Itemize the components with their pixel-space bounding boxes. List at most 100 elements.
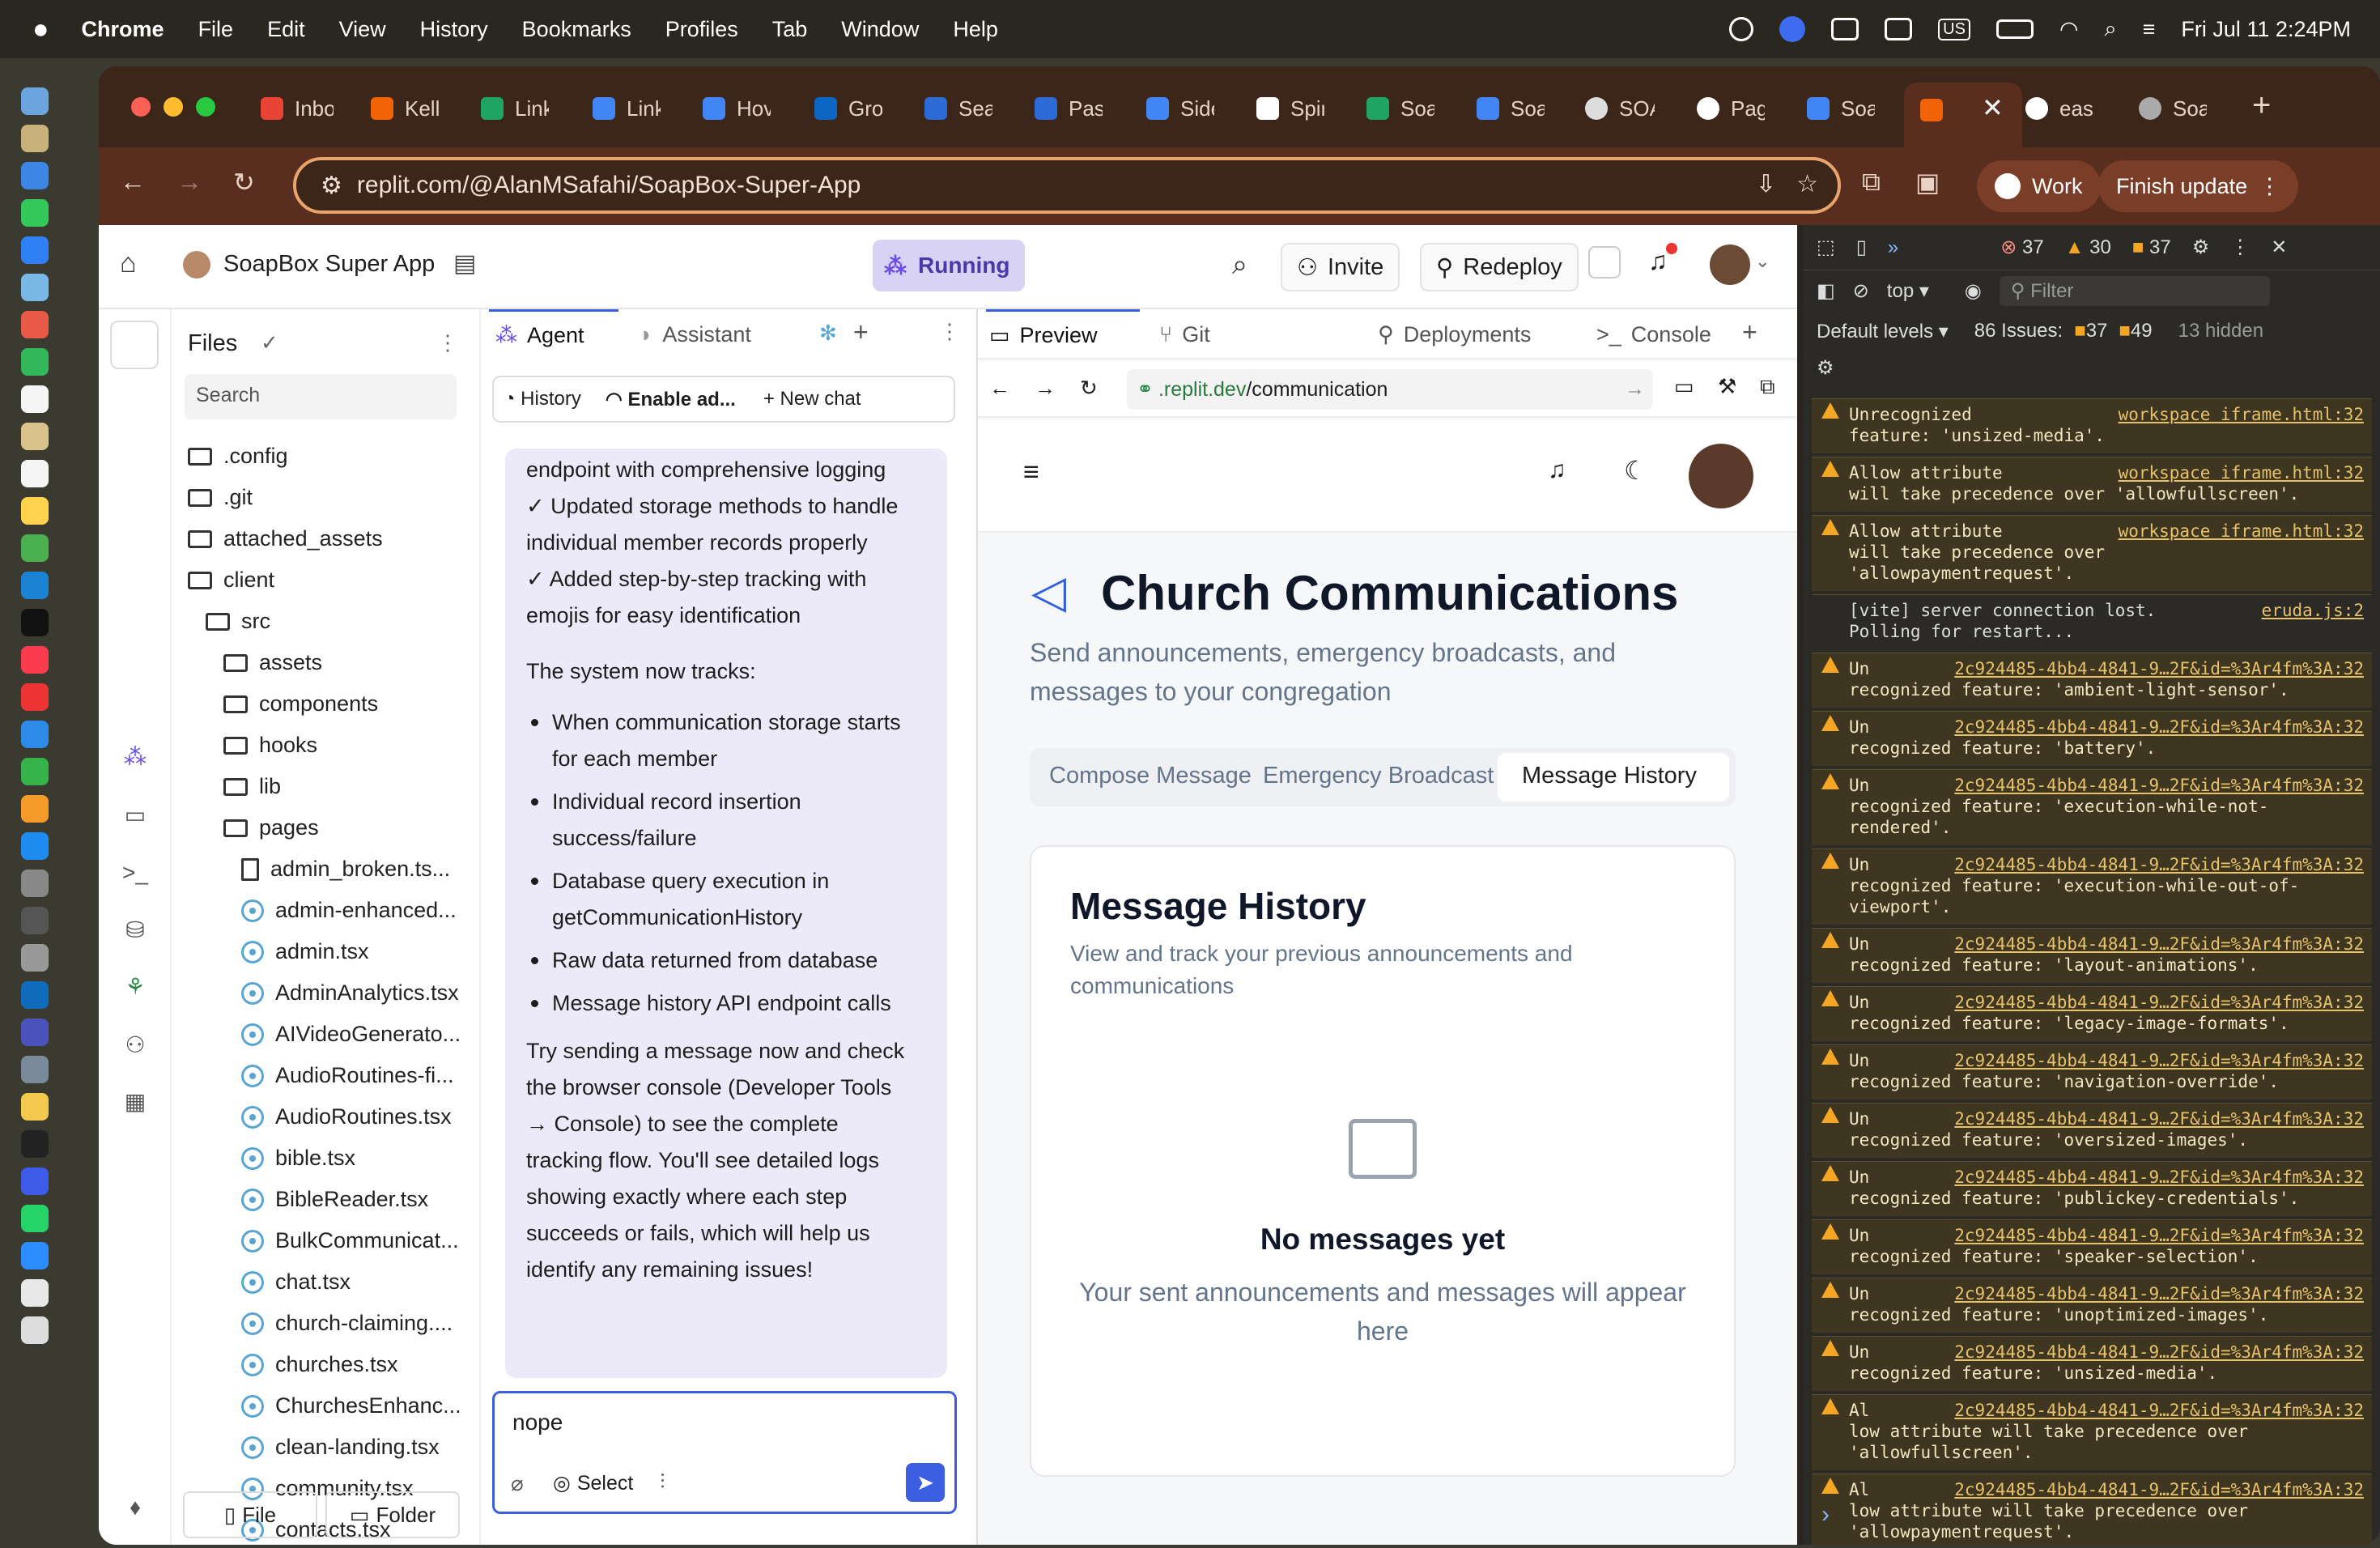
dock-app-icon[interactable] (21, 497, 49, 525)
console-settings-icon[interactable]: ⚙ (1817, 356, 1834, 380)
log-source-link[interactable]: workspace iframe.html:32 (2119, 521, 2364, 542)
log-source-link[interactable]: 2c924485-4bb4-4841-9…2F&id=%3Ar4fm%3A:32 (1954, 1283, 2364, 1304)
dock-app-icon[interactable] (21, 1279, 49, 1307)
tab[interactable]: Pas (1035, 86, 1103, 131)
file-item[interactable]: AudioRoutines-fi... (241, 1063, 463, 1088)
folder-item[interactable]: client (188, 568, 463, 593)
run-status-button[interactable]: ⁂ Running (873, 240, 1025, 291)
dock-app-icon[interactable] (21, 311, 49, 338)
tab[interactable]: Spir (1256, 86, 1324, 131)
tab[interactable]: Soa (1477, 86, 1545, 131)
console-log-entry[interactable]: Un recognized feature: 'unsized-media'. 2… (1812, 1336, 2372, 1391)
console-prompt[interactable]: › (1821, 1501, 1830, 1529)
dock-app-icon[interactable] (21, 832, 49, 860)
notifications-icon[interactable]: ♫ (1648, 246, 1668, 276)
menu-history[interactable]: History (420, 17, 488, 42)
console-log-entry[interactable]: Un recognized feature: 'execution-while-… (1812, 848, 2372, 925)
menu-window[interactable]: Window (841, 17, 919, 42)
dock-app-icon[interactable] (21, 199, 49, 227)
battery-icon[interactable] (1995, 19, 2034, 39)
dock-app-icon[interactable] (21, 125, 49, 152)
dock-app-icon[interactable] (21, 1056, 49, 1083)
tab-preview[interactable]: ▭ Preview (986, 309, 1140, 359)
spotlight-icon[interactable]: ⌕ (2105, 16, 2117, 42)
log-source-link[interactable]: 2c924485-4bb4-4841-9…2F&id=%3Ar4fm%3A:32 (1954, 1167, 2364, 1188)
device-toggle-icon[interactable]: ▯ (1856, 236, 1867, 259)
new-tab-button[interactable]: + (2252, 87, 2271, 124)
input-source-icon[interactable]: US (1938, 18, 1970, 40)
folder-item[interactable]: lib (223, 774, 463, 799)
console-tool-icon[interactable]: >_ (121, 860, 149, 887)
log-source-link[interactable]: 2c924485-4bb4-4841-9…2F&id=%3Ar4fm%3A:32 (1954, 775, 2364, 796)
bell-icon[interactable]: ♫ (1548, 457, 1566, 484)
new-file-button[interactable]: ▯ File (183, 1491, 317, 1538)
project-name[interactable]: SoapBox Super App (223, 251, 435, 278)
file-item[interactable]: admin_broken.ts... (241, 857, 463, 882)
control-center-icon[interactable]: ≡ (2143, 17, 2156, 42)
install-icon[interactable]: ⇩ (1756, 170, 1776, 198)
attach-icon[interactable]: ⌀ (511, 1471, 524, 1496)
console-log-entry[interactable]: Un recognized feature: 'speaker-selectio… (1812, 1219, 2372, 1274)
close-window-button[interactable] (131, 97, 151, 117)
git-tool-icon[interactable]: ⚘ (121, 973, 149, 1001)
console-log-entry[interactable]: Allow attribute will take precedence ove… (1812, 515, 2372, 591)
folder-item[interactable]: hooks (223, 733, 463, 758)
tab[interactable]: Pag (1697, 86, 1765, 131)
dock-app-icon[interactable] (21, 87, 49, 115)
levels-select[interactable]: Default levels ▾ (1817, 320, 1949, 343)
menu-edit[interactable]: Edit (267, 17, 305, 42)
apps-grid-icon[interactable]: ▦ (121, 1088, 149, 1116)
console-log-entry[interactable]: Un recognized feature: 'publickey-creden… (1812, 1161, 2372, 1216)
go-icon[interactable]: → (1625, 377, 1645, 401)
console-log-entry[interactable]: Un recognized feature: 'execution-while-… (1812, 769, 2372, 845)
minimize-window-button[interactable] (164, 97, 183, 117)
dock-app-icon[interactable] (21, 609, 49, 636)
error-count[interactable]: ⊗ 37 (2000, 236, 2043, 259)
file-item[interactable]: AIVideoGenerato... (241, 1022, 463, 1047)
profile-avatar[interactable] (1689, 444, 1753, 508)
extensions-icon[interactable]: ⧉ (1862, 167, 1881, 198)
log-source-link[interactable]: 2c924485-4bb4-4841-9…2F&id=%3Ar4fm%3A:32 (1954, 658, 2364, 679)
tab[interactable]: Gro (814, 86, 882, 131)
chat-input[interactable]: nope ⌀ ◎ Select ⫶ ➤ (492, 1391, 957, 1514)
redeploy-button[interactable]: ⚲ Redeploy (1420, 243, 1579, 291)
folder-item[interactable]: components (223, 691, 463, 717)
tab-compose-message[interactable]: Compose Message (1049, 763, 1252, 789)
tab-console[interactable]: >_ Console (1596, 309, 1711, 359)
dock-app-icon[interactable] (21, 683, 49, 711)
dock-app-icon[interactable] (21, 274, 49, 301)
context-select[interactable]: top ▾ (1887, 279, 1929, 303)
log-source-link[interactable]: 2c924485-4bb4-4841-9…2F&id=%3Ar4fm%3A:32 (1954, 1479, 2364, 1500)
files-search-input[interactable]: Search (185, 374, 457, 419)
dock-app-icon[interactable] (21, 162, 49, 189)
console-log-entry[interactable]: Allow attribute will take precedence ove… (1812, 457, 2372, 512)
chevron-down-icon[interactable]: ⌄ (1755, 251, 1770, 272)
moon-icon[interactable]: ☾ (1624, 455, 1647, 486)
preview-reload-icon[interactable]: ↻ (1080, 376, 1098, 401)
file-item[interactable]: bible.tsx (241, 1146, 463, 1171)
enable-advanced-button[interactable]: ◠ Enable ad... (606, 388, 736, 411)
folder-item[interactable]: .config (188, 444, 463, 469)
tab-message-history[interactable]: Message History (1498, 753, 1729, 802)
log-source-link[interactable]: workspace iframe.html:32 (2119, 462, 2364, 483)
new-chat-button[interactable]: + New chat (763, 388, 861, 410)
address-bar[interactable]: ⚙ replit.com/@AlanMSafahi/SoapBox-Super-… (293, 157, 1841, 214)
tab[interactable]: eas (2025, 86, 2098, 131)
file-item[interactable]: BibleReader.tsx (241, 1187, 463, 1212)
tab-git[interactable]: ⑂ Git (1159, 309, 1210, 359)
clear-console-icon[interactable]: ⊘ (1853, 279, 1869, 303)
tab[interactable]: Soa (2139, 86, 2207, 131)
dock-app-icon[interactable] (21, 385, 49, 413)
site-settings-icon[interactable]: ⚙ (321, 172, 342, 200)
console-log-entry[interactable]: Un recognized feature: 'layout-animation… (1812, 928, 2372, 983)
file-item[interactable]: ChurchesEnhanc... (241, 1393, 463, 1418)
log-source-link[interactable]: 2c924485-4bb4-4841-9…2F&id=%3Ar4fm%3A:32 (1954, 933, 2364, 955)
files-tool-button[interactable] (110, 321, 159, 369)
eye-icon[interactable]: ◉ (1965, 279, 1982, 303)
react-tab-icon[interactable]: ✻ (819, 321, 837, 346)
file-item[interactable]: church-claiming.... (241, 1311, 463, 1336)
preview-back-icon[interactable]: ← (989, 376, 1010, 401)
menu-tab[interactable]: Tab (772, 17, 808, 42)
console-log-entry[interactable]: Un recognized feature: 'unoptimized-imag… (1812, 1278, 2372, 1333)
dock-app-icon[interactable] (21, 721, 49, 748)
